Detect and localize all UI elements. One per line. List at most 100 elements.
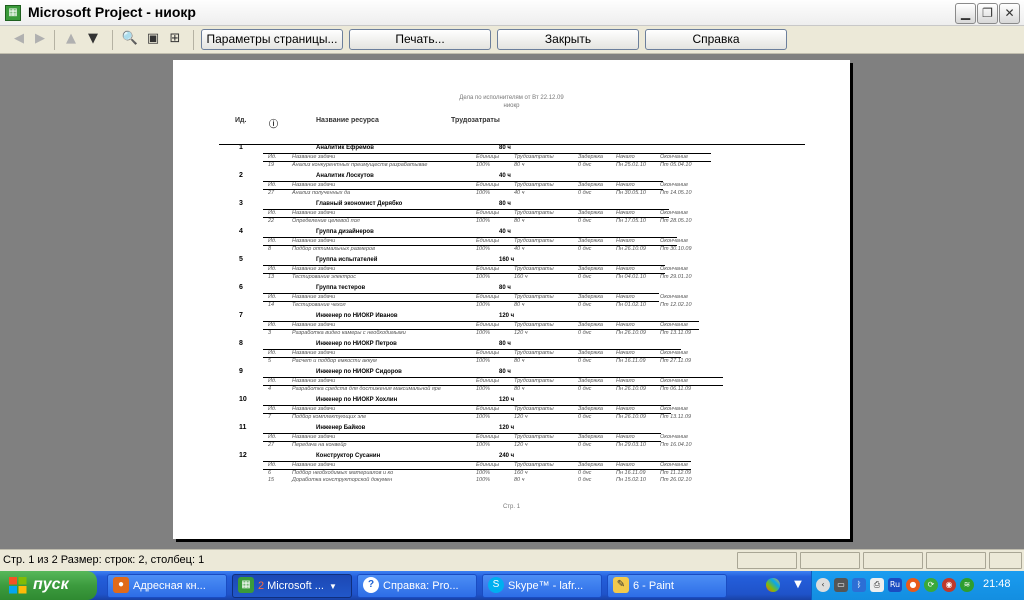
paint-icon: ✎	[613, 577, 629, 594]
clock: 21:48	[983, 578, 1011, 590]
window-title: Microsoft Project - ниокр	[28, 4, 196, 20]
subtable-header-task: Название задачи	[292, 322, 336, 328]
assignment-work: 80 ч	[514, 302, 525, 308]
page-down-icon[interactable]: ▼	[84, 30, 102, 48]
print-preview-area[interactable]: Дела по исполнителям от Вт 22.12.09 ниок…	[0, 55, 1024, 548]
print-button[interactable]: Печать...	[349, 29, 491, 50]
subtable-header-id: Ид.	[268, 378, 277, 384]
assignment-work: 80 ч	[514, 358, 525, 364]
assignment-id: 7	[268, 414, 272, 420]
subtable-header-work: Трудозатраты	[514, 238, 554, 244]
subtable-header-delay: Задержка	[578, 322, 603, 328]
status-cell	[863, 552, 923, 569]
toolbar-separator	[112, 30, 113, 50]
assignment-delay: 0 днс	[578, 414, 592, 420]
start-button[interactable]: пуск	[0, 571, 97, 600]
subtable-header-delay: Задержка	[578, 406, 603, 412]
subtable-header-finish: Окончание	[660, 154, 689, 160]
subtable-header-task: Название задачи	[292, 266, 336, 272]
assignment-task: Доработка конструкторской докумен	[292, 477, 393, 483]
assignment-task: Расчет и подбор емкости аккум	[292, 358, 377, 364]
subtable-header: Ид. Название задачи Единицы Трудозатраты Зад…	[268, 462, 704, 468]
assignment-units: 100%	[476, 218, 491, 224]
assignment-start: Пн 16.11.09	[616, 358, 646, 364]
antivirus-icon[interactable]: ●	[906, 578, 920, 592]
subtable-header-start: Начало	[616, 266, 635, 272]
project-app-icon: ▦	[5, 5, 21, 21]
assignment-units: 100%	[476, 477, 491, 483]
quick-launch-icon[interactable]	[766, 578, 780, 592]
subtable-header-work: Трудозатраты	[514, 294, 554, 300]
report-page[interactable]: Дела по исполнителям от Вт 22.12.09 ниок…	[173, 60, 850, 539]
network-icon[interactable]: ▭	[834, 578, 848, 592]
page-setup-button[interactable]: Параметры страницы...	[201, 29, 343, 50]
taskbar-item-paint[interactable]: ✎ 6 - Paint	[607, 574, 727, 598]
security-icon[interactable]: ◉	[942, 578, 956, 592]
subtable-header-delay: Задержка	[578, 378, 603, 384]
minimize-button[interactable]: ▁	[955, 3, 976, 24]
close-button[interactable]: Закрыть	[497, 29, 639, 50]
assignment-start: Пн 15.02.10	[616, 477, 646, 483]
assignment-id: 14	[268, 302, 275, 308]
assignment-delay: 0 днс	[578, 246, 592, 252]
assignment-task: Подбор комплектующих эле	[292, 414, 367, 420]
subtable-header-work: Трудозатраты	[514, 266, 554, 272]
subtable-header-units: Единицы	[476, 294, 500, 300]
help-button[interactable]: Справка	[645, 29, 787, 50]
subtable-header-start: Начало	[616, 350, 635, 356]
taskbar-item-skype[interactable]: S Skype™ - lafr...	[482, 574, 602, 598]
subtable-header-units: Единицы	[476, 378, 500, 384]
assignment-id: 8	[268, 246, 272, 252]
resource-name: Группа испытателей	[316, 257, 378, 263]
subtable-header: Ид. Название задачи Единицы Трудозатраты Зад…	[268, 266, 704, 272]
status-cell	[737, 552, 797, 569]
assignment-work: 160 ч	[514, 274, 528, 280]
taskbar-item-address-book[interactable]: ● Адресная кн...	[107, 574, 227, 598]
assignment-row: 5 Расчет и подбор емкости аккум 100% 80 ч 0 …	[268, 358, 704, 364]
status-cell	[926, 552, 986, 569]
update-icon[interactable]: ⟳	[924, 578, 938, 592]
resource-work: 80 ч	[499, 285, 511, 291]
subtable-header: Ид. Название задачи Единицы Трудозатраты Зад…	[268, 322, 704, 328]
system-tray: ‹ ▭ ᛒ ⎙ Ru ● ⟳ ◉ ≋ 21:48	[811, 571, 1024, 600]
close-window-button[interactable]: ✕	[999, 3, 1020, 24]
page-right-icon[interactable]: ▶	[31, 30, 49, 48]
subtable-header-units: Единицы	[476, 238, 500, 244]
bluetooth-icon[interactable]: ᛒ	[852, 578, 866, 592]
page-up-icon[interactable]: ▲	[62, 30, 80, 48]
taskbar-item-project-help[interactable]: ? Справка: Pro...	[357, 574, 477, 598]
resource-work: 40 ч	[499, 229, 511, 235]
tray-back-icon[interactable]: ‹	[816, 578, 830, 592]
resource-work: 160 ч	[499, 257, 515, 263]
one-page-icon[interactable]: ▣	[144, 30, 162, 48]
subtable-header-units: Единицы	[476, 462, 500, 468]
expand-arrow-icon[interactable]: ▼	[791, 578, 805, 592]
report-header-date: Дела по исполнителям от Вт 22.12.09	[459, 95, 564, 101]
subtable-header-id: Ид.	[268, 182, 277, 188]
zoom-icon[interactable]: 🔍	[121, 30, 139, 48]
restore-button[interactable]: ❐	[977, 3, 998, 24]
taskbar-item-ms-project[interactable]: ▦ 2 Microsoft ... ▼	[232, 574, 352, 598]
language-indicator[interactable]: Ru	[888, 578, 902, 592]
assignment-finish: Пт 29.01.10	[660, 274, 692, 280]
printer-icon[interactable]: ⎙	[870, 578, 884, 592]
subtable-header-delay: Задержка	[578, 210, 603, 216]
subtable-header-id: Ид.	[268, 406, 277, 412]
assignment-id: 6	[268, 470, 272, 476]
subtable-header: Ид. Название задачи Единицы Трудозатраты Зад…	[268, 434, 704, 440]
subtable-header-finish: Окончание	[660, 462, 689, 468]
assignment-row: 14 Тестирование чехол 100% 80 ч 0 днс Пн 01.0…	[268, 302, 704, 308]
wifi-icon[interactable]: ≋	[960, 578, 974, 592]
assignment-row: 4 Разработка средств для достижения макси…	[268, 386, 704, 392]
resource-work: 120 ч	[499, 397, 515, 403]
assignment-task: Определение целевой пол	[292, 218, 360, 224]
assignment-finish: Пт 05.04.10	[660, 162, 692, 168]
assignment-id: 19	[268, 162, 275, 168]
assignment-work: 80 ч	[514, 218, 525, 224]
subtable-header-delay: Задержка	[578, 434, 603, 440]
page-left-icon[interactable]: ◀	[10, 30, 28, 48]
multiple-pages-icon[interactable]: ⊞	[166, 30, 184, 48]
assignment-delay: 0 днс	[578, 470, 592, 476]
subtable-header-finish: Окончание	[660, 238, 689, 244]
status-text: Стр. 1 из 2 Размер: строк: 2, столбец: 1	[3, 554, 205, 566]
